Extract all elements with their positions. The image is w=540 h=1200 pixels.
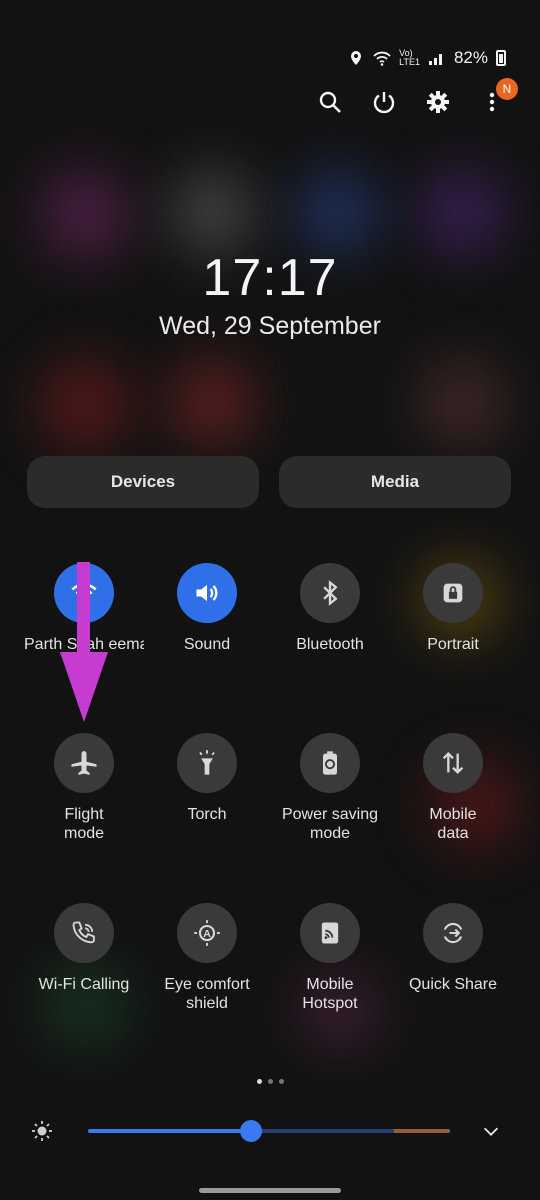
battery-icon: [496, 50, 506, 66]
tile-sound[interactable]: Sound: [147, 563, 267, 654]
tile-mobile-hotspot[interactable]: Mobile Hotspot: [270, 903, 390, 1013]
tile-portrait-label: Portrait: [427, 636, 479, 653]
tile-bluetooth-label: Bluetooth: [296, 636, 364, 653]
clock-time: 17:17: [202, 249, 338, 307]
tile-quick-share-circle[interactable]: [423, 903, 483, 963]
bluetooth-icon: [323, 580, 338, 606]
tile-bluetooth[interactable]: Bluetooth: [270, 563, 390, 654]
panel-actions: N: [318, 78, 518, 114]
tile-mobile-data-label: Mobile data: [429, 806, 477, 842]
search-icon[interactable]: [318, 90, 342, 114]
status-bar: Vo) LTE1 82%: [347, 48, 506, 68]
tile-portrait[interactable]: Portrait: [393, 563, 513, 654]
wifi-calling-icon: [72, 921, 95, 944]
cell-signal-icon: [428, 54, 442, 65]
eye-comfort-icon: A: [194, 920, 220, 946]
hotspot-icon: [321, 922, 339, 944]
notification-badge: N: [496, 78, 518, 100]
tile-power-saving-circle[interactable]: [300, 733, 360, 793]
brightness-icon: [32, 1121, 52, 1141]
tile-wifi-calling[interactable]: Wi-Fi Calling: [24, 903, 144, 994]
tile-wifi-calling-label: Wi-Fi Calling: [38, 976, 130, 993]
tile-power-saving-label: Power saving mode: [281, 806, 379, 842]
page-dot-active: [256, 1079, 262, 1084]
tile-flight-mode[interactable]: Flight mode: [24, 733, 144, 843]
battery-percent: 82%: [453, 48, 488, 67]
tile-flight-mode-label: Flight mode: [63, 806, 105, 842]
brightness-thumb[interactable]: [239, 1120, 262, 1142]
volte-indicator: Vo) LTE1: [399, 48, 420, 67]
power-icon[interactable]: [372, 90, 396, 114]
page-dot: [267, 1079, 273, 1084]
brightness-fill: [88, 1129, 251, 1133]
page-indicator: [0, 1079, 540, 1084]
tile-quick-share-label: Quick Share: [408, 976, 498, 993]
tile-sound-circle[interactable]: [177, 563, 237, 623]
tile-eye-comfort-circle[interactable]: A: [177, 903, 237, 963]
tile-quick-share[interactable]: Quick Share: [393, 903, 513, 994]
brightness-slider[interactable]: [88, 1129, 450, 1133]
svg-text:A: A: [203, 928, 211, 940]
tile-bluetooth-circle[interactable]: [300, 563, 360, 623]
wifi-signal-icon: [373, 51, 391, 66]
quick-share-icon: [443, 922, 463, 944]
airplane-icon: [71, 751, 97, 775]
more-options-button[interactable]: N: [480, 78, 518, 114]
devices-button[interactable]: Devices: [27, 456, 259, 508]
tile-wifi-calling-circle[interactable]: [54, 903, 114, 963]
brightness-control: [30, 1116, 510, 1146]
torch-icon: [199, 750, 215, 775]
tile-mobile-hotspot-circle[interactable]: [300, 903, 360, 963]
tile-power-saving[interactable]: Power saving mode: [270, 733, 390, 843]
battery-saver-icon: [323, 751, 337, 775]
speaker-icon: [196, 584, 218, 602]
tile-torch-label: Torch: [187, 806, 227, 823]
page-dot: [278, 1079, 284, 1084]
tile-mobile-data[interactable]: Mobile data: [393, 733, 513, 843]
tile-mobile-hotspot-label: Mobile Hotspot: [302, 976, 358, 1012]
tile-eye-comfort-label: Eye comfort shield: [164, 976, 250, 1012]
location-icon: [351, 51, 362, 65]
clock-date: Wed, 29 September: [159, 312, 381, 340]
gesture-bar[interactable]: [199, 1188, 341, 1193]
gear-icon[interactable]: [426, 90, 450, 114]
media-button[interactable]: Media: [279, 456, 511, 508]
tile-torch-circle[interactable]: [177, 733, 237, 793]
lock-rotation-icon: [443, 583, 463, 603]
brightness-high-zone: [394, 1129, 450, 1133]
tile-eye-comfort[interactable]: A Eye comfort shield: [147, 903, 267, 1013]
chevron-down-icon[interactable]: [480, 1120, 502, 1142]
annotation-arrow: [60, 562, 108, 722]
tile-portrait-circle[interactable]: [423, 563, 483, 623]
tile-sound-label: Sound: [183, 636, 231, 653]
tile-mobile-data-circle[interactable]: [423, 733, 483, 793]
tile-torch[interactable]: Torch: [147, 733, 267, 824]
tile-flight-mode-circle[interactable]: [54, 733, 114, 793]
mobile-data-icon: [442, 752, 464, 774]
